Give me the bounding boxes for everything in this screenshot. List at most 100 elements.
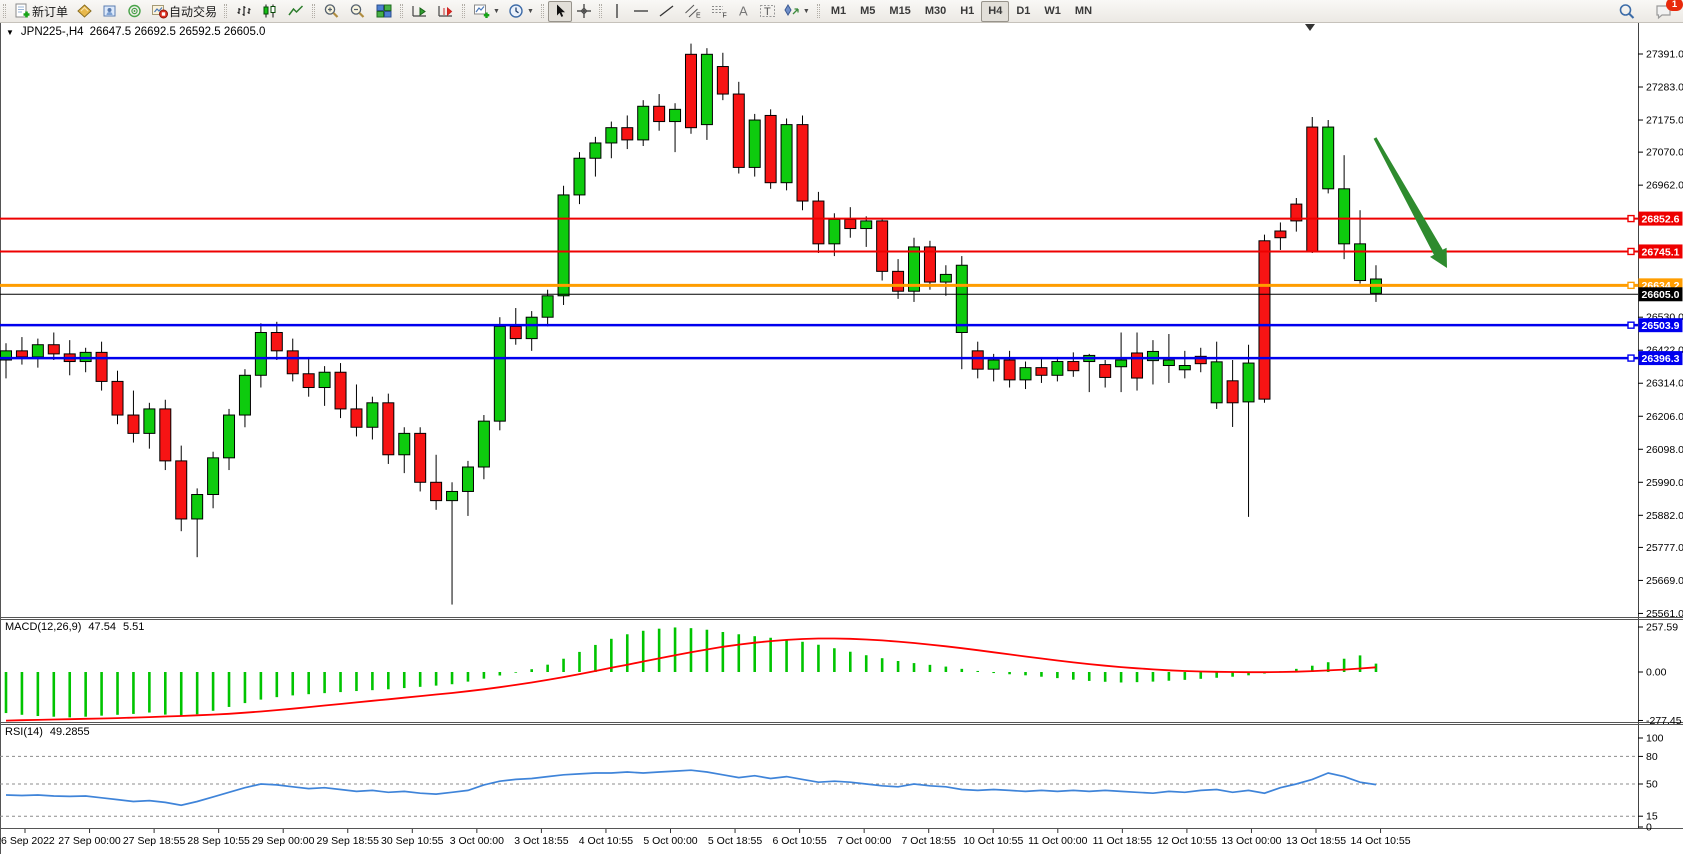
new-order-label: 新订单 [32, 3, 68, 20]
price-tick-label: 27391.0 [1646, 49, 1683, 61]
time-tick-label: 3 Oct 18:55 [514, 835, 568, 847]
chart-frame [0, 22, 1683, 854]
candle [271, 332, 282, 350]
text-icon: A [736, 3, 751, 19]
time-tick-label: 27 Sep 00:00 [58, 835, 121, 847]
candle [176, 461, 187, 519]
timeframe-button-d1[interactable]: D1 [1009, 1, 1037, 22]
notifications-button[interactable]: 1 [1650, 1, 1677, 22]
price-badge: 26396.3 [1642, 353, 1680, 365]
chart-ohlc-values: 26647.5 26692.5 26592.5 26605.0 [90, 26, 266, 38]
zoom-out-button[interactable] [345, 1, 371, 22]
notification-badge: 1 [1666, 0, 1683, 11]
search-button[interactable] [1614, 1, 1640, 22]
macd-value: 47.54 [88, 621, 116, 633]
candle [48, 345, 59, 354]
chart-menu-triangle-icon[interactable]: ▼ [6, 28, 14, 37]
cursor-button[interactable] [548, 1, 572, 22]
indicators-button[interactable]: ▼ [469, 1, 504, 22]
bar-chart-button[interactable] [231, 1, 257, 22]
candle [1355, 244, 1366, 281]
candle [1036, 368, 1047, 376]
hline-button[interactable] [628, 1, 654, 22]
person-window-icon [101, 3, 118, 19]
clock-icon [508, 3, 525, 19]
autotrading-icon [151, 3, 169, 19]
price-tick-label: 25561.0 [1646, 608, 1683, 620]
time-tick-label: 6 Oct 10:55 [772, 835, 826, 847]
candle [383, 403, 394, 455]
periods-button[interactable]: ▼ [504, 1, 538, 22]
chart-shift-button[interactable] [433, 1, 459, 22]
price-badge: 26605.0 [1642, 289, 1680, 301]
arrows-caret: ▼ [803, 8, 810, 15]
arrows-button[interactable]: ▼ [780, 1, 814, 22]
timeframe-button-h4[interactable]: H4 [981, 1, 1009, 22]
price-tick-label: 26098.0 [1646, 444, 1683, 456]
label-button[interactable]: T [755, 1, 780, 22]
timeframe-button-m1[interactable]: M1 [824, 1, 853, 22]
timeframe-button-w1[interactable]: W1 [1037, 1, 1068, 22]
time-tick-label: 12 Oct 10:55 [1157, 835, 1217, 847]
fibonacci-button[interactable]: F [706, 1, 732, 22]
svg-text:E: E [696, 13, 701, 20]
signals-button[interactable] [122, 1, 147, 22]
vline-button[interactable] [606, 1, 628, 22]
timeframe-button-h1[interactable]: H1 [953, 1, 981, 22]
candle [988, 360, 999, 369]
candle [781, 125, 792, 183]
rsi-name: RSI(14) [5, 726, 43, 738]
zoom-in-button[interactable] [319, 1, 345, 22]
new-order-icon [14, 3, 32, 19]
svg-text:F: F [722, 13, 726, 20]
timeframe-button-mn[interactable]: MN [1068, 1, 1099, 22]
timeframe-button-m30[interactable]: M30 [918, 1, 953, 22]
candle [638, 106, 649, 140]
candle [956, 265, 967, 332]
vertical-line-icon [610, 3, 624, 19]
candle [478, 421, 489, 467]
rsi-tick-label: 50 [1646, 779, 1658, 791]
chart-symbol-period: JPN225-,H4 [21, 26, 84, 38]
auto-scroll-icon [411, 3, 429, 19]
line-chart-button[interactable] [283, 1, 309, 22]
indicators-caret: ▼ [493, 8, 500, 15]
svg-text:A: A [739, 4, 748, 19]
candle [701, 54, 712, 124]
channel-button[interactable]: E [680, 1, 706, 22]
new-order-button[interactable]: 新订单 [10, 1, 72, 22]
macd-tick-label: -277.45 [1646, 715, 1682, 727]
text-button[interactable]: A [732, 1, 755, 22]
candle [542, 296, 553, 317]
time-tick-label: 13 Oct 18:55 [1286, 835, 1346, 847]
crosshair-button[interactable] [572, 1, 596, 22]
candle [239, 375, 250, 415]
time-tick-label: 29 Sep 18:55 [317, 835, 380, 847]
svg-text:T: T [764, 6, 771, 18]
trendline-button[interactable] [654, 1, 680, 22]
auto-scroll-button[interactable] [407, 1, 433, 22]
rsi-indicator-label: RSI(14)49.2855 [5, 726, 90, 738]
candle [1211, 362, 1222, 403]
candle [1275, 231, 1286, 238]
timeframe-button-m15[interactable]: M15 [882, 1, 917, 22]
symbols-button[interactable] [72, 1, 97, 22]
toolbar-group-trade: 新订单 [0, 0, 221, 22]
time-tick-label: 27 Sep 18:55 [123, 835, 186, 847]
candle [287, 351, 298, 374]
equidistant-channel-icon: E [684, 3, 702, 19]
price-tick-label: 25669.0 [1646, 575, 1683, 587]
timeframe-button-m5[interactable]: M5 [853, 1, 882, 22]
candle [1004, 360, 1015, 380]
tile-windows-button[interactable] [371, 1, 397, 22]
price-badge: 26852.6 [1642, 213, 1680, 225]
hline-handle [1628, 355, 1634, 361]
candle [112, 381, 123, 415]
macd-signal-value: 5.51 [123, 621, 144, 633]
candlestick-button[interactable] [257, 1, 283, 22]
candle [351, 409, 362, 427]
candle [144, 409, 155, 433]
autotrading-button[interactable]: 自动交易 [147, 1, 221, 22]
market-depth-button[interactable] [97, 1, 122, 22]
chart-canvas[interactable]: 27391.027283.027175.027070.026962.026530… [0, 0, 1683, 854]
